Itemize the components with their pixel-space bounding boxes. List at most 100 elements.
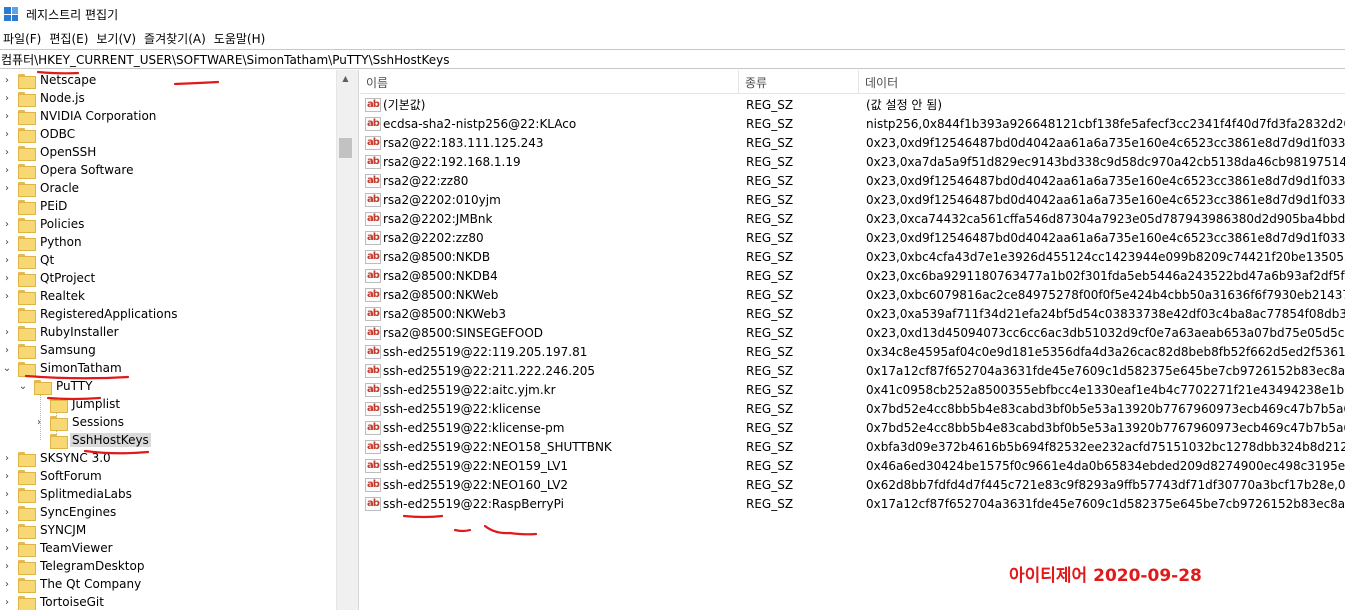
tree-item[interactable]: ⌄ PuTTY [19, 377, 94, 395]
value-name-cell[interactable]: ab rsa2@8500:NKWeb3 [360, 304, 739, 323]
address-bar[interactable]: 컴퓨터\HKEY_CURRENT_USER\SOFTWARE\SimonTath… [0, 49, 1345, 69]
chevron-right-icon[interactable]: › [2, 593, 12, 610]
chevron-right-icon[interactable]: › [2, 215, 12, 233]
column-data-header[interactable]: 데이터 [859, 70, 1345, 94]
tree-item[interactable]: › TeamViewer [5, 539, 115, 557]
value-name-cell[interactable]: ab rsa2@2202:zz80 [360, 228, 739, 247]
value-row[interactable]: ab rsa2@8500:NKWeb REG_SZ 0x23,0xbc6079816a… [360, 285, 1345, 304]
tree-item[interactable]: › TelegramDesktop [5, 557, 146, 575]
key-tree[interactable]: › Netscape › Node.js › NVIDIA Corporation › ODB… [0, 70, 336, 610]
tree-item[interactable]: PEiD [16, 197, 69, 215]
value-row[interactable]: ab rsa2@22:183.111.125.243 REG_SZ 0x23,0xd9… [360, 133, 1345, 152]
tree-item[interactable]: › Qt [5, 251, 56, 269]
value-name-cell[interactable]: ab ssh-ed25519@22:NEO158_SHUTTBNK [360, 437, 739, 456]
tree-item[interactable]: › RubyInstaller [5, 323, 121, 341]
menu-help[interactable]: 도움말(H) [211, 30, 271, 47]
tree-item[interactable]: › The Qt Company [5, 575, 143, 593]
value-row[interactable]: ab ssh-ed25519@22:RaspBerryPi REG_SZ 0x17a1… [360, 494, 1345, 513]
value-row[interactable]: ab rsa2@22:192.168.1.19 REG_SZ 0x23,0xa7da5… [360, 152, 1345, 171]
value-row[interactable]: ab ssh-ed25519@22:klicense-pm REG_SZ 0x7bd5… [360, 418, 1345, 437]
value-name-cell[interactable]: ab ssh-ed25519@22:119.205.197.81 [360, 342, 739, 361]
value-row[interactable]: ab ssh-ed25519@22:klicense REG_SZ 0x7bd52e4… [360, 399, 1345, 418]
tree-item[interactable]: › Sessions [37, 413, 126, 431]
tree-item[interactable]: › Python [5, 233, 84, 251]
tree-item[interactable]: › Realtek [5, 287, 87, 305]
menu-favorites[interactable]: 즐겨찾기(A) [141, 30, 211, 47]
tree-item[interactable]: › Node.js [5, 89, 87, 107]
value-row[interactable]: ab rsa2@22:zz80 REG_SZ 0x23,0xd9f12546487bd… [360, 171, 1345, 190]
chevron-down-icon[interactable]: ⌄ [18, 377, 28, 395]
value-name-cell[interactable]: ab rsa2@22:zz80 [360, 171, 739, 190]
chevron-right-icon[interactable]: › [2, 503, 12, 521]
chevron-right-icon[interactable]: › [2, 107, 12, 125]
menu-edit[interactable]: 편집(E) [46, 30, 93, 47]
menu-view[interactable]: 보기(V) [93, 30, 141, 47]
value-row[interactable]: ab rsa2@8500:NKDB4 REG_SZ 0x23,0xc6ba929118… [360, 266, 1345, 285]
tree-item[interactable]: › SyncEngines [5, 503, 118, 521]
tree-item[interactable]: › Oracle [5, 179, 81, 197]
chevron-right-icon[interactable]: › [2, 449, 12, 467]
chevron-right-icon[interactable]: › [34, 413, 44, 431]
chevron-right-icon[interactable]: › [2, 143, 12, 161]
scroll-up-icon[interactable]: ▲ [337, 70, 354, 87]
value-name-cell[interactable]: ab ssh-ed25519@22:klicense-pm [360, 418, 739, 437]
value-row[interactable]: ab rsa2@2202:zz80 REG_SZ 0x23,0xd9f12546487… [360, 228, 1345, 247]
value-row[interactable]: ab ssh-ed25519@22:NEO159_LV1 REG_SZ 0x46a6e… [360, 456, 1345, 475]
value-row[interactable]: ab rsa2@2202:JMBnk REG_SZ 0x23,0xca74432ca5… [360, 209, 1345, 228]
tree-item[interactable]: › SKSYNC 3.0 [5, 449, 113, 467]
chevron-down-icon[interactable]: ⌄ [2, 359, 12, 377]
chevron-right-icon[interactable]: › [2, 557, 12, 575]
value-row[interactable]: ab ssh-ed25519@22:aitc.yjm.kr REG_SZ 0x41c0… [360, 380, 1345, 399]
tree-item[interactable]: › Policies [5, 215, 86, 233]
value-row[interactable]: ab ssh-ed25519@22:211.222.246.205 REG_SZ 0x… [360, 361, 1345, 380]
tree-item[interactable]: › Opera Software [5, 161, 135, 179]
tree-item[interactable]: › SYNCJM [5, 521, 88, 539]
value-row[interactable]: ab (기본값) REG_SZ (값 설정 안 됨) [360, 95, 1345, 114]
tree-item[interactable]: › NVIDIA Corporation [5, 107, 158, 125]
tree-item[interactable]: ⌄ SimonTatham [3, 359, 124, 377]
chevron-right-icon[interactable]: › [2, 233, 12, 251]
chevron-right-icon[interactable]: › [2, 125, 12, 143]
chevron-right-icon[interactable]: › [2, 179, 12, 197]
chevron-right-icon[interactable]: › [2, 161, 12, 179]
value-name-cell[interactable]: ab rsa2@2202:JMBnk [360, 209, 739, 228]
value-name-cell[interactable]: ab ssh-ed25519@22:211.222.246.205 [360, 361, 739, 380]
chevron-right-icon[interactable]: › [2, 71, 12, 89]
value-row[interactable]: ab ssh-ed25519@22:NEO158_SHUTTBNK REG_SZ 0x… [360, 437, 1345, 456]
value-name-cell[interactable]: ab rsa2@22:183.111.125.243 [360, 133, 739, 152]
value-name-cell[interactable]: ab rsa2@2202:010yjm [360, 190, 739, 209]
value-row[interactable]: ab ssh-ed25519@22:NEO160_LV2 REG_SZ 0x62d8b… [360, 475, 1345, 494]
tree-item[interactable]: › ODBC [5, 125, 77, 143]
value-name-cell[interactable]: ab ssh-ed25519@22:aitc.yjm.kr [360, 380, 739, 399]
chevron-right-icon[interactable]: › [2, 485, 12, 503]
values-list[interactable]: 이름 종류 데이터 ab (기본값) REG_SZ (값 설정 안 됨) ab ecdsa… [360, 70, 1345, 610]
value-name-cell[interactable]: ab rsa2@22:192.168.1.19 [360, 152, 739, 171]
value-name-cell[interactable]: ab ssh-ed25519@22:NEO159_LV1 [360, 456, 739, 475]
tree-item[interactable]: Jumplist [48, 395, 122, 413]
value-name-cell[interactable]: ab ecdsa-sha2-nistp256@22:KLAco [360, 114, 739, 133]
chevron-right-icon[interactable]: › [2, 341, 12, 359]
tree-item[interactable]: › Samsung [5, 341, 98, 359]
column-type-header[interactable]: 종류 [739, 70, 859, 94]
chevron-right-icon[interactable]: › [2, 323, 12, 341]
chevron-right-icon[interactable]: › [2, 287, 12, 305]
value-row[interactable]: ab rsa2@2202:010yjm REG_SZ 0x23,0xd9f125464… [360, 190, 1345, 209]
value-name-cell[interactable]: ab rsa2@8500:SINSEGEFOOD [360, 323, 739, 342]
tree-item[interactable]: › SoftForum [5, 467, 104, 485]
tree-scrollbar[interactable]: ▲ [336, 70, 353, 610]
value-name-cell[interactable]: ab ssh-ed25519@22:NEO160_LV2 [360, 475, 739, 494]
tree-item[interactable]: › OpenSSH [5, 143, 98, 161]
chevron-right-icon[interactable]: › [2, 575, 12, 593]
tree-item[interactable]: › QtProject [5, 269, 97, 287]
chevron-right-icon[interactable]: › [2, 251, 12, 269]
value-row[interactable]: ab ecdsa-sha2-nistp256@22:KLAco REG_SZ nist… [360, 114, 1345, 133]
pane-splitter[interactable] [353, 70, 359, 610]
chevron-right-icon[interactable]: › [2, 89, 12, 107]
menu-file[interactable]: 파일(F) [0, 30, 46, 47]
value-row[interactable]: ab rsa2@8500:NKWeb3 REG_SZ 0x23,0xa539af711… [360, 304, 1345, 323]
value-row[interactable]: ab rsa2@8500:SINSEGEFOOD REG_SZ 0x23,0xd13d… [360, 323, 1345, 342]
address-path[interactable]: 컴퓨터\HKEY_CURRENT_USER\SOFTWARE\SimonTath… [1, 51, 449, 68]
tree-scrollbar-thumb[interactable] [339, 138, 352, 158]
value-name-cell[interactable]: ab ssh-ed25519@22:RaspBerryPi [360, 494, 739, 513]
tree-item[interactable]: RegisteredApplications [16, 305, 179, 323]
